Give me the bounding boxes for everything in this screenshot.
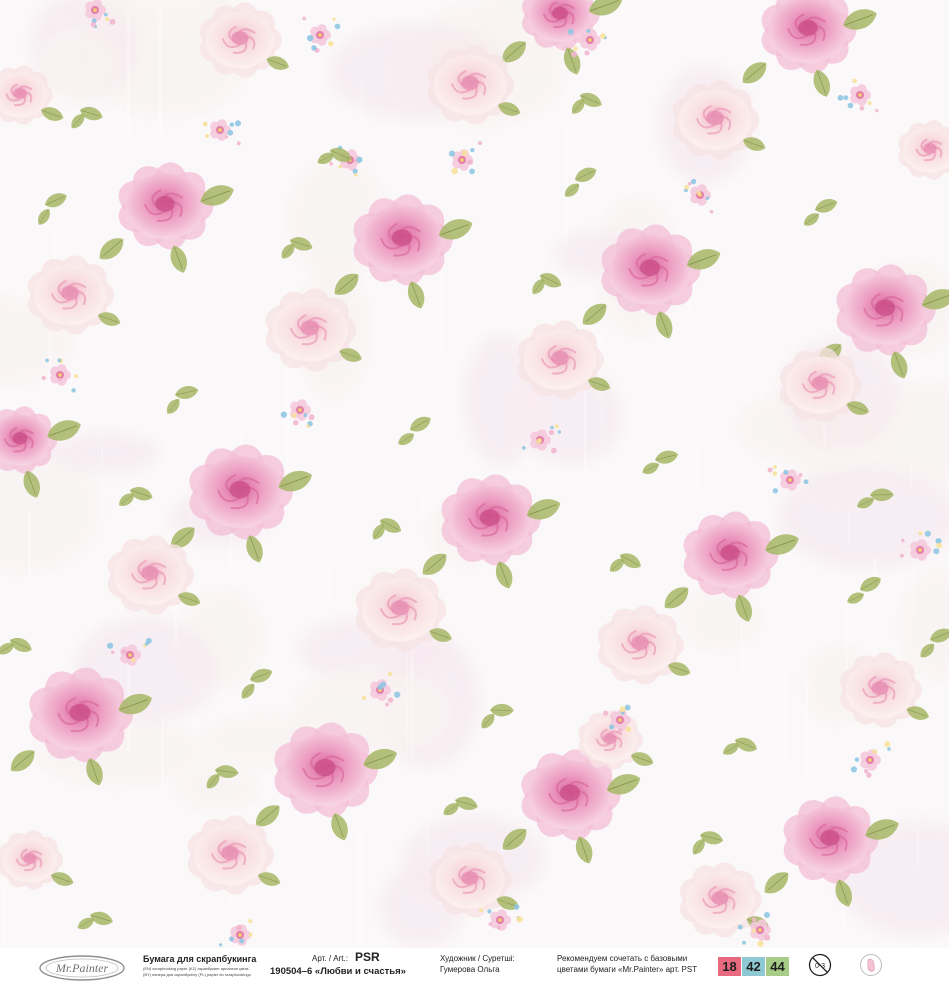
art-code: PSR [355, 950, 380, 964]
logo-text: Mr.Painter [55, 961, 109, 975]
baby-shoe-icon [860, 954, 882, 976]
scrapbook-paper-sheet: Mr.Painter Бумага для скрапбукинга (EN) … [0, 0, 949, 1000]
color-swatch-44: 44 [766, 957, 789, 976]
product-footer: Mr.Painter Бумага для скрапбукинга (EN) … [0, 948, 949, 1000]
collection-name: 190504–6 «Любви и счастья» [270, 966, 406, 977]
recommend-line-2: цветами бумаги «Mr.Painter» арт. PST [557, 965, 698, 974]
brand-logo: Mr.Painter [39, 955, 125, 981]
artist-name: Гумерова Ольга [440, 965, 500, 974]
art-label: Арт. / Art.: [312, 954, 348, 963]
product-subtitle-1: (EN) scrapbooking paper (KZ) скрапбукинг… [143, 966, 249, 971]
floral-pattern [0, 0, 949, 948]
artist-label: Художник / Суретші: [440, 954, 515, 963]
product-title: Бумага для скрапбукинга [143, 954, 257, 964]
recommend-line-1: Рекомендуем сочетать с базовыми [557, 954, 688, 963]
age-restriction-icon: 0-3 [808, 953, 832, 977]
color-swatch-18: 18 [718, 957, 741, 976]
svg-text:0-3: 0-3 [815, 963, 825, 970]
color-swatch-42: 42 [742, 957, 765, 976]
product-subtitle-2: (BY) папера для скрапбукінгу (PL) papier… [143, 972, 251, 977]
